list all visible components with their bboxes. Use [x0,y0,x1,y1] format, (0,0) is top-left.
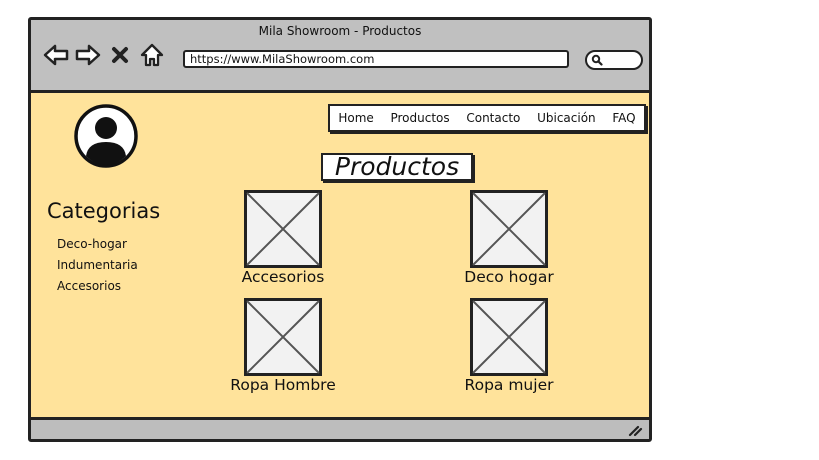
image-placeholder-icon [470,190,548,268]
product-card-ropa-mujer[interactable]: Ropa mujer [434,298,584,394]
product-label: Ropa Hombre [230,376,336,394]
browser-search[interactable] [585,50,643,70]
categories-heading: Categorias [47,199,161,223]
nav-home[interactable]: Home [338,111,373,125]
arrow-right-icon [75,44,101,66]
product-card-accesorios[interactable]: Accesorios [208,190,358,286]
image-placeholder-icon [244,190,322,268]
forward-button[interactable] [75,42,101,68]
arrow-left-icon [43,44,69,66]
window-title: Mila Showroom - Productos [258,24,422,38]
categories-list: Deco-hogar Indumentaria Accesorios [57,234,138,297]
resize-grip-icon[interactable] [627,423,643,437]
status-bar [31,417,649,439]
image-placeholder-icon [470,298,548,376]
category-accesorios[interactable]: Accesorios [57,276,138,297]
nav-productos[interactable]: Productos [390,111,449,125]
browser-toolbar: Mila Showroom - Productos https://www.Mi… [31,20,649,93]
home-icon [140,43,164,67]
page-content: Home Productos Contacto Ubicación FAQ Pr… [31,93,649,420]
browser-window: Mila Showroom - Productos https://www.Mi… [28,17,652,442]
url-bar[interactable]: https://www.MilaShowroom.com [183,50,569,68]
product-label: Deco hogar [464,268,554,286]
category-deco-hogar[interactable]: Deco-hogar [57,234,138,255]
back-button[interactable] [43,42,69,68]
stop-button[interactable] [107,42,133,68]
product-card-ropa-hombre[interactable]: Ropa Hombre [208,298,358,394]
product-card-deco-hogar[interactable]: Deco hogar [434,190,584,286]
user-avatar-icon[interactable] [74,104,138,168]
home-button[interactable] [139,42,165,68]
close-icon [112,47,128,63]
nav-faq[interactable]: FAQ [612,111,635,125]
nav-ubicacion[interactable]: Ubicación [537,111,596,125]
image-placeholder-icon [244,298,322,376]
nav-buttons [43,42,165,68]
main-nav: Home Productos Contacto Ubicación FAQ [328,104,646,132]
product-label: Accesorios [241,268,325,286]
category-indumentaria[interactable]: Indumentaria [57,255,138,276]
product-label: Ropa mujer [464,376,554,394]
page-title: Productos [321,153,473,181]
nav-contacto[interactable]: Contacto [466,111,520,125]
search-icon [591,54,603,66]
